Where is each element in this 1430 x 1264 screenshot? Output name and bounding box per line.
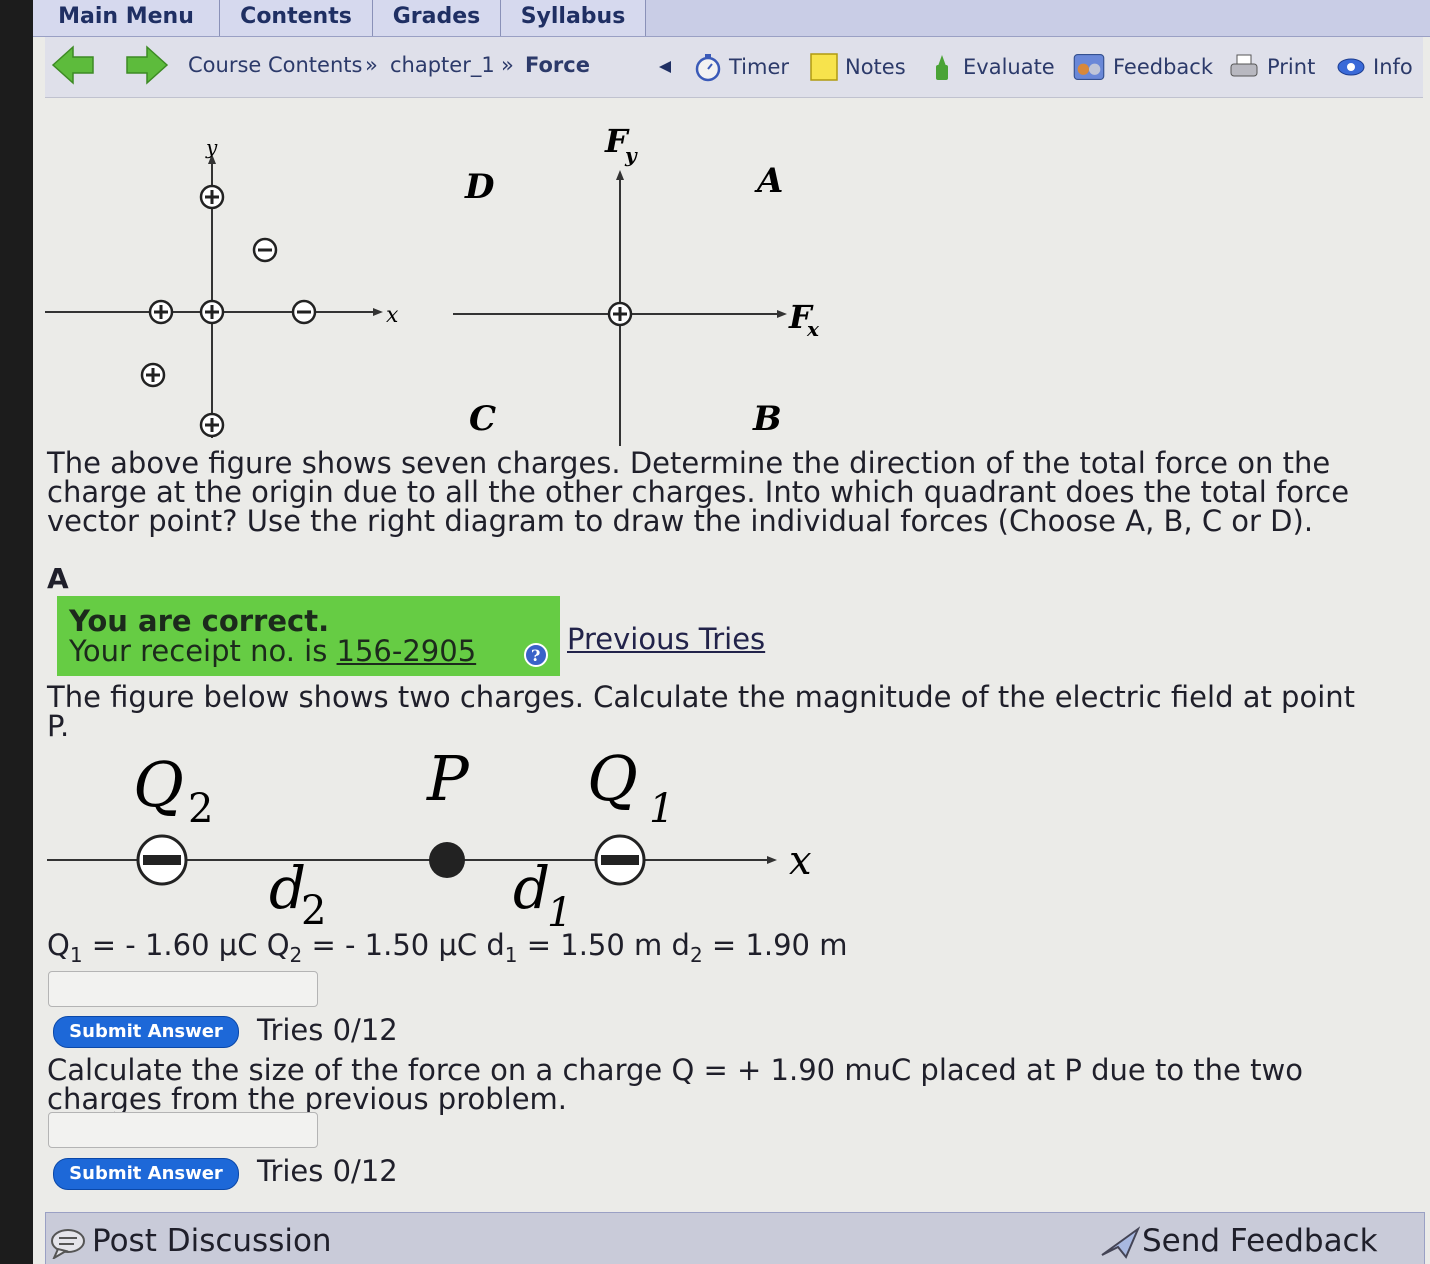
breadcrumb-course-contents[interactable]: Course Contents bbox=[188, 53, 362, 77]
print-label: Print bbox=[1267, 55, 1316, 79]
svg-text:?: ? bbox=[531, 646, 540, 665]
seven-charges-figure: x y F y F x D A C B bbox=[45, 122, 820, 446]
quadrant-b-label: B bbox=[752, 399, 782, 439]
point-p-dot bbox=[429, 842, 465, 878]
q1-value: = - 1.60 μC bbox=[82, 928, 267, 962]
notes-button[interactable]: Notes bbox=[809, 49, 906, 85]
evaluate-button[interactable]: Evaluate bbox=[927, 49, 1055, 85]
navigation-toolbar: Course Contents » chapter_1 » Force Time… bbox=[45, 37, 1423, 98]
quadrant-a-label: A bbox=[754, 161, 783, 201]
send-feedback-link[interactable]: Send Feedback bbox=[1142, 1223, 1378, 1259]
q1-subscript: 1 bbox=[649, 786, 674, 832]
d1-name: d bbox=[486, 928, 505, 962]
d1-sub: 1 bbox=[504, 942, 518, 967]
fx-subscript: x bbox=[806, 317, 820, 341]
breadcrumb-chapter[interactable]: chapter_1 bbox=[390, 53, 495, 77]
tab-main-menu[interactable]: Main Menu bbox=[33, 0, 220, 36]
help-question-icon[interactable]: ? bbox=[523, 642, 549, 668]
two-charges-figure: x Q 2 P Q 1 d 2 d 1 bbox=[47, 742, 812, 936]
discussion-footer-bar: Post Discussion Send Feedback bbox=[45, 1212, 1425, 1264]
x-axis-label: x bbox=[789, 838, 812, 884]
p-label: P bbox=[426, 742, 470, 815]
breadcrumb-separator: » bbox=[501, 53, 514, 77]
d1-label: d bbox=[513, 854, 550, 922]
tab-grades[interactable]: Grades bbox=[373, 0, 501, 36]
post-discussion-link[interactable]: Post Discussion bbox=[92, 1223, 332, 1259]
force-answer-input[interactable] bbox=[48, 1112, 318, 1148]
problem-1-text: The above figure shows seven charges. De… bbox=[47, 446, 1350, 538]
problem-1-answer: A bbox=[47, 562, 69, 595]
correct-message: You are correct. bbox=[69, 604, 330, 638]
send-feedback-icon[interactable] bbox=[1100, 1225, 1140, 1259]
problem-2-text: The figure below shows two charges. Calc… bbox=[47, 680, 1356, 743]
feedback-label: Feedback bbox=[1113, 55, 1214, 79]
q1-sub: 1 bbox=[69, 942, 83, 967]
d2-sub: 2 bbox=[689, 942, 703, 967]
notes-icon bbox=[810, 53, 838, 81]
print-button[interactable]: Print bbox=[1227, 49, 1315, 85]
d1-value: = 1.50 m bbox=[517, 928, 672, 962]
forward-arrow-icon[interactable] bbox=[125, 45, 169, 85]
submit-answer-button[interactable]: Submit Answer bbox=[53, 1016, 239, 1048]
discussion-bubble-icon[interactable] bbox=[50, 1227, 86, 1259]
q2-value: = - 1.50 μC bbox=[302, 928, 487, 962]
quadrant-c-label: C bbox=[469, 399, 496, 439]
left-x-label: x bbox=[386, 303, 399, 328]
feedback-button[interactable]: Feedback bbox=[1071, 49, 1213, 85]
feedback-icon bbox=[1073, 53, 1105, 81]
receipt-line: Your receipt no. is 156-2905 bbox=[69, 634, 476, 668]
electric-field-answer-input[interactable] bbox=[48, 971, 318, 1007]
tries-counter: Tries 0/12 bbox=[257, 1013, 398, 1047]
info-button[interactable]: Info bbox=[1335, 49, 1413, 85]
timer-label: Timer bbox=[729, 55, 790, 79]
evaluate-icon bbox=[936, 55, 948, 80]
main-menu-bar: Main Menu Contents Grades Syllabus bbox=[33, 0, 1430, 37]
tab-syllabus[interactable]: Syllabus bbox=[501, 0, 646, 36]
correct-feedback-box: You are correct. Your receipt no. is 156… bbox=[57, 596, 560, 676]
print-icon bbox=[1230, 54, 1258, 77]
given-values: Q1 = - 1.60 μC Q2 = - 1.50 μC d1 = 1.50 … bbox=[47, 928, 847, 967]
problem-3-text-line-1: Calculate the size of the force on a cha… bbox=[47, 1053, 1303, 1087]
timer-button[interactable]: Timer bbox=[693, 49, 789, 85]
q1-label: Q bbox=[587, 742, 638, 815]
q2-name: Q bbox=[266, 928, 290, 962]
d2-name: d bbox=[671, 928, 690, 962]
q1-name: Q bbox=[47, 928, 70, 962]
back-arrow-icon[interactable] bbox=[51, 45, 95, 85]
problem-3-text-line-2: charges from the previous problem. bbox=[47, 1082, 568, 1116]
d2-value: = 1.90 m bbox=[702, 928, 848, 962]
q2-label: Q bbox=[133, 748, 184, 821]
info-icon bbox=[1337, 58, 1365, 76]
tab-contents[interactable]: Contents bbox=[220, 0, 373, 36]
collapse-arrow-icon[interactable] bbox=[657, 59, 673, 75]
evaluate-label: Evaluate bbox=[963, 55, 1055, 79]
info-label: Info bbox=[1373, 55, 1413, 79]
submit-answer-button[interactable]: Submit Answer bbox=[53, 1158, 239, 1190]
breadcrumb-current-page: Force bbox=[525, 53, 590, 77]
left-y-label: y bbox=[205, 135, 218, 159]
quadrant-d-label: D bbox=[464, 167, 495, 207]
previous-tries-link[interactable]: Previous Tries bbox=[567, 622, 765, 656]
breadcrumb-separator: » bbox=[365, 53, 378, 77]
receipt-number-link[interactable]: 156-2905 bbox=[337, 634, 477, 668]
app-window: Main Menu Contents Grades Syllabus Cours… bbox=[33, 0, 1430, 1264]
q2-subscript: 2 bbox=[188, 786, 213, 832]
notes-label: Notes bbox=[845, 55, 906, 79]
receipt-prefix: Your receipt no. is bbox=[69, 634, 328, 668]
q2-sub: 2 bbox=[289, 942, 303, 967]
tries-counter: Tries 0/12 bbox=[257, 1154, 398, 1188]
fy-subscript: y bbox=[624, 143, 638, 167]
timer-icon bbox=[695, 54, 721, 82]
